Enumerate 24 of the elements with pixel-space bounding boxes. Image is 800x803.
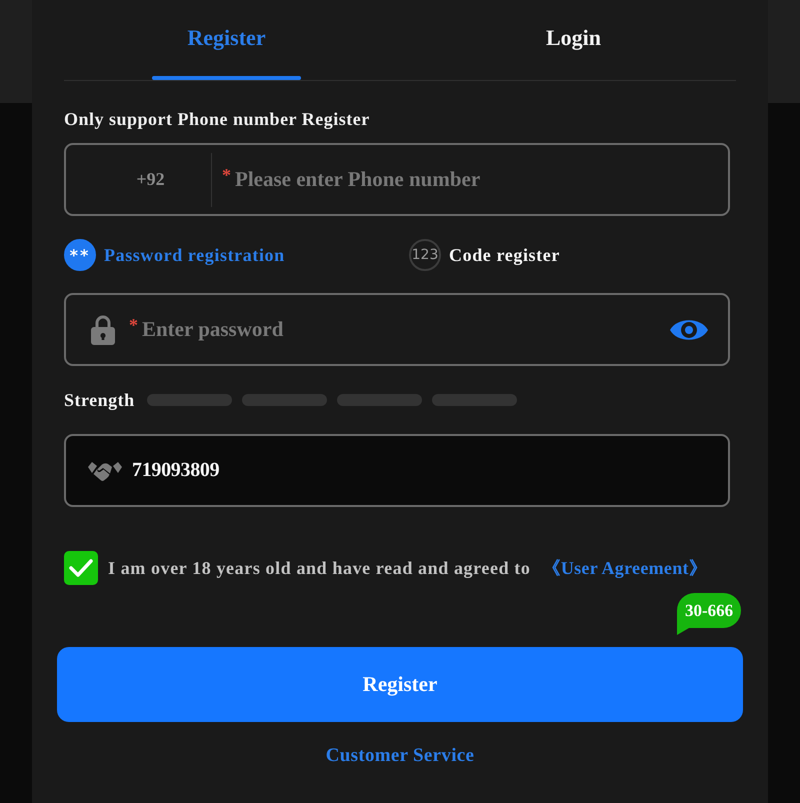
registration-method-option[interactable]: 123 Code register [409,239,560,271]
agreement-text: I am over 18 years old and have read and agreed to [108,558,531,578]
lock-icon [91,314,115,345]
strength-label: Strength [64,390,135,410]
tab[interactable]: Login [411,0,736,80]
phone-field[interactable]: +92 * Please enter Phone number [64,143,730,216]
password-field[interactable]: * Enter password [64,293,730,366]
required-mark: * [222,165,231,186]
invite-code-input[interactable]: 719093809 [132,456,728,486]
register-button[interactable]: Register [57,647,743,722]
phone-input[interactable]: Please enter Phone number [235,164,728,194]
invite-code-field[interactable]: 719093809 [64,434,730,507]
tab[interactable]: Register [64,0,389,80]
user-agreement-link[interactable]: 《User Agreement》 [542,556,708,580]
customer-service-link[interactable]: Customer Service [326,744,474,768]
checkmark-icon [69,558,93,578]
registration-method-option[interactable]: ** Password registration [64,239,285,271]
required-mark: * [129,315,138,336]
radio-icon: 123 [409,239,441,271]
notice-text: Only support Phone number Register [64,108,370,130]
radio-icon: ** [64,239,96,271]
password-input[interactable]: Enter password [142,314,660,344]
country-code-select[interactable]: +92 [66,169,211,190]
agreement-checkbox[interactable] [64,551,98,585]
